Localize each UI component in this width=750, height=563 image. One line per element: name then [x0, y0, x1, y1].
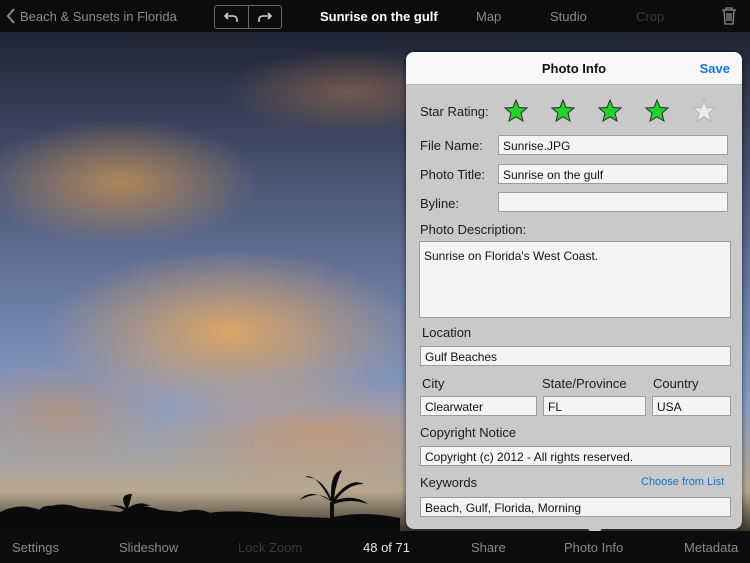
tab-map[interactable]: Map — [476, 9, 501, 24]
metadata-button[interactable]: Metadata — [684, 540, 738, 555]
file-name-field[interactable]: Sunrise.JPG — [498, 135, 728, 155]
page-title: Sunrise on the gulf — [320, 9, 438, 24]
star-icon[interactable] — [550, 98, 576, 127]
popover-header: Photo Info Save — [406, 52, 742, 85]
file-name-label: File Name: — [420, 138, 483, 153]
star-rating-label: Star Rating: — [420, 104, 489, 119]
state-label: State/Province — [542, 376, 627, 391]
keywords-label: Keywords — [420, 475, 478, 490]
lock-zoom-button: Lock Zoom — [238, 540, 303, 555]
country-label: Country — [653, 376, 699, 391]
choose-from-list-link[interactable]: Choose from List — [641, 476, 724, 488]
city-label: City — [422, 376, 445, 391]
bottom-toolbar: Settings Slideshow Lock Zoom 48 of 71 Sh… — [0, 531, 750, 563]
undo-icon — [224, 12, 239, 22]
photo-title-label: Photo Title: — [420, 167, 486, 182]
city-field[interactable]: Clearwater — [420, 396, 537, 416]
photo-title-field[interactable]: Sunrise on the gulf — [498, 164, 728, 184]
copyright-field[interactable]: Copyright (c) 2012 - All rights reserved… — [420, 446, 731, 466]
redo-icon — [257, 12, 272, 22]
star-icon[interactable] — [597, 98, 623, 127]
description-label: Photo Description: — [420, 222, 527, 237]
popover-title: Photo Info — [541, 61, 607, 76]
photo-counter: 48 of 71 — [363, 540, 410, 555]
save-button[interactable]: Save — [700, 61, 730, 76]
description-field[interactable]: Sunrise on Florida's West Coast. — [419, 241, 731, 318]
back-button-label: Beach & Sunsets in Florida — [20, 8, 177, 24]
star-icon[interactable] — [644, 98, 670, 127]
byline-field[interactable] — [498, 192, 728, 212]
back-button[interactable]: Beach & Sunsets in Florida — [6, 8, 177, 24]
delete-button[interactable] — [721, 6, 737, 28]
state-field[interactable]: FL — [543, 396, 646, 416]
share-button[interactable]: Share — [471, 540, 506, 555]
redo-button[interactable] — [249, 6, 282, 28]
top-toolbar: Beach & Sunsets in Florida Sunrise on th… — [0, 0, 750, 32]
photo-info-popover: Photo Info Save Star Rating: File Name: … — [406, 52, 742, 529]
undo-button[interactable] — [215, 6, 249, 28]
undo-redo-segment — [214, 5, 282, 29]
trash-icon — [722, 7, 736, 25]
tab-studio[interactable]: Studio — [550, 9, 587, 24]
tab-crop: Crop — [636, 9, 665, 24]
country-field[interactable]: USA — [652, 396, 731, 416]
star-icon[interactable] — [503, 98, 529, 127]
location-field[interactable]: Gulf Beaches — [420, 346, 731, 366]
byline-label: Byline: — [420, 196, 460, 211]
location-label: Location — [422, 325, 472, 340]
chevron-left-icon — [6, 8, 15, 24]
star-icon[interactable] — [691, 98, 717, 127]
photo-info-button[interactable]: Photo Info — [564, 540, 623, 555]
keywords-field[interactable]: Beach, Gulf, Florida, Morning — [420, 497, 731, 517]
settings-button[interactable]: Settings — [12, 540, 59, 555]
copyright-label: Copyright Notice — [420, 425, 517, 440]
slideshow-button[interactable]: Slideshow — [119, 540, 178, 555]
